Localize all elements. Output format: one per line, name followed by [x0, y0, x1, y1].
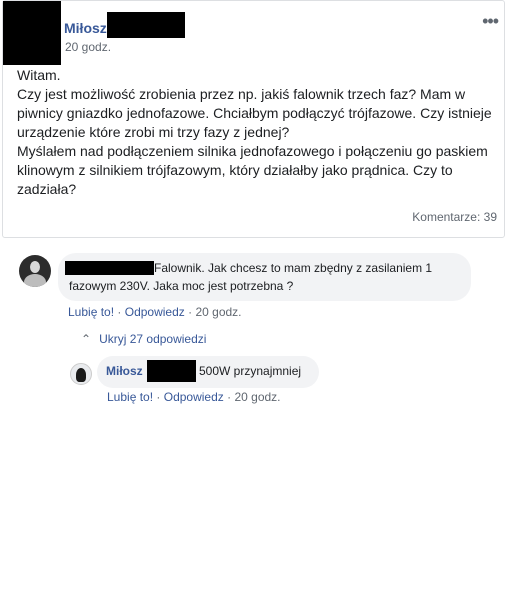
reply-author-avatar[interactable]: [70, 363, 92, 385]
comment-text-content: Falownik. Jak chcesz to mam zbędny z zas…: [69, 261, 433, 293]
comment-timestamp[interactable]: 20 godz.: [195, 305, 241, 319]
comment-reply-link[interactable]: Odpowiedz: [125, 305, 185, 319]
avatar-figure-shape: [76, 368, 86, 382]
comments-count-link[interactable]: Komentarze: 39: [412, 210, 497, 224]
post-paragraph: Myślałem nad podłączeniem silnika jednof…: [17, 143, 488, 197]
separator: ·: [227, 390, 232, 404]
more-options-icon[interactable]: •••: [482, 11, 499, 32]
post-timestamp[interactable]: 20 godz.: [65, 40, 111, 54]
avatar-head-shape: [30, 261, 40, 273]
post-avatar-redacted[interactable]: [3, 1, 61, 65]
post-paragraph: Witam.: [17, 67, 61, 83]
reply-text: 500W przynajmniej: [199, 364, 302, 378]
reply-timestamp[interactable]: 20 godz.: [234, 390, 280, 404]
reply-actions: Lubię to! · Odpowiedz · 20 godz.: [107, 390, 281, 404]
avatar-body-shape: [24, 274, 46, 287]
hide-replies-toggle[interactable]: ⌃ Ukryj 27 odpowiedzi: [81, 332, 206, 346]
separator: ·: [188, 305, 193, 319]
post-paragraph: Czy jest możliwość zrobienia przez np. j…: [17, 86, 492, 140]
comment-actions: Lubię to! · Odpowiedz · 20 godz.: [68, 305, 242, 319]
comment-text: Falownik. Jak chcesz to mam zbędny z zas…: [69, 259, 464, 295]
reply-author-name[interactable]: Miłosz: [106, 364, 143, 378]
post-body: Witam. Czy jest możliwość zrobienia prze…: [17, 66, 497, 199]
reply-author-surname-redacted[interactable]: [147, 360, 196, 382]
separator: ·: [117, 305, 122, 319]
separator: ·: [156, 390, 161, 404]
reply-reply-link[interactable]: Odpowiedz: [164, 390, 224, 404]
post-author-surname-redacted[interactable]: [107, 12, 185, 38]
reply-like-link[interactable]: Lubię to!: [107, 390, 153, 404]
chevron-up-icon: ⌃: [81, 332, 92, 346]
comment-like-link[interactable]: Lubię to!: [68, 305, 114, 319]
hide-replies-label: Ukryj 27 odpowiedzi: [99, 332, 207, 346]
post-author-name[interactable]: Miłosz: [64, 20, 107, 36]
commenter-avatar[interactable]: [19, 255, 51, 287]
